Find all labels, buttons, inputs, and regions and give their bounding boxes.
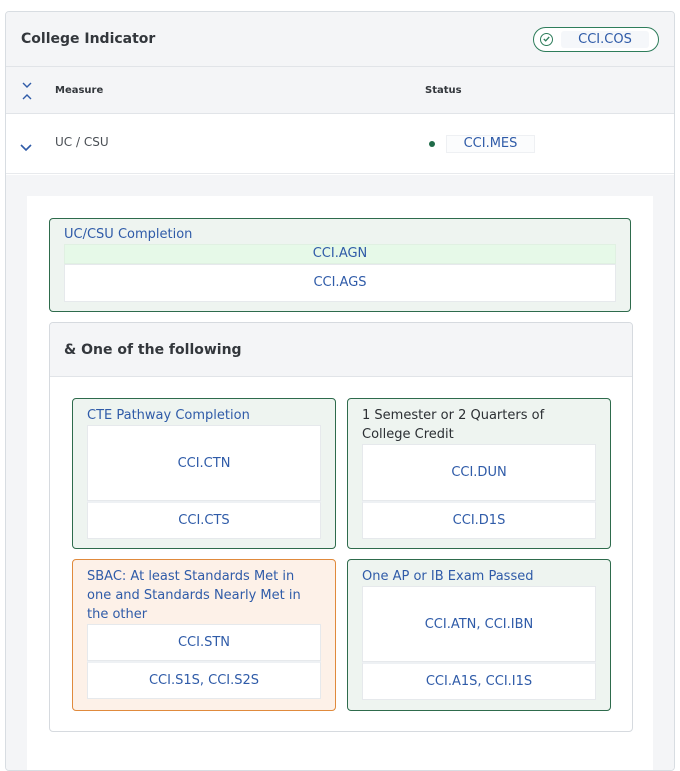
option-code: CCI.CTS bbox=[87, 501, 321, 539]
table-header: Measure Status bbox=[6, 67, 674, 114]
detail-panel: UC/CSU Completion CCI.AGN CCI.AGS & One … bbox=[27, 196, 653, 770]
expand-collapse-icon[interactable] bbox=[20, 81, 34, 101]
row-status-code: CCI.MES bbox=[446, 135, 535, 153]
column-header-status[interactable]: Status bbox=[425, 85, 462, 96]
option-title: 1 Semester or 2 Quarters of College Cred… bbox=[362, 408, 545, 442]
option-code: CCI.ATN, CCI.IBN bbox=[362, 586, 596, 662]
option-sbac: SBAC: At least Standards Met in one and … bbox=[72, 559, 336, 711]
card-title: College Indicator bbox=[21, 31, 156, 47]
option-code: CCI.D1S bbox=[362, 501, 596, 539]
option-code: CCI.S1S, CCI.S2S bbox=[87, 661, 321, 699]
option-college-credit: 1 Semester or 2 Quarters of College Cred… bbox=[347, 398, 611, 549]
one-of-title: & One of the following bbox=[50, 323, 632, 377]
option-code: CCI.STN bbox=[87, 624, 321, 661]
chevron-down-icon[interactable] bbox=[19, 138, 33, 152]
table-row[interactable]: UC / CSU CCI.MES bbox=[6, 114, 674, 174]
row-detail-area: UC/CSU Completion CCI.AGN CCI.AGS & One … bbox=[6, 175, 674, 770]
status-dot-icon bbox=[429, 141, 435, 147]
requirement-code: CCI.AGS bbox=[64, 264, 616, 302]
option-cte-pathway: CTE Pathway Completion CCI.CTN CCI.CTS bbox=[72, 398, 336, 549]
check-circle-icon bbox=[540, 32, 553, 46]
requirement-code: CCI.AGN bbox=[64, 244, 616, 264]
option-code: CCI.DUN bbox=[362, 444, 596, 501]
status-code: CCI.COS bbox=[561, 30, 649, 48]
column-header-measure[interactable]: Measure bbox=[55, 85, 103, 96]
row-measure: UC / CSU bbox=[55, 135, 109, 149]
status-pill: CCI.COS bbox=[533, 26, 659, 52]
option-code: CCI.A1S, CCI.I1S bbox=[362, 662, 596, 700]
option-title: CTE Pathway Completion bbox=[87, 408, 250, 423]
one-of-group: & One of the following CTE Pathway Compl… bbox=[49, 322, 633, 732]
requirement-box: UC/CSU Completion CCI.AGN CCI.AGS bbox=[49, 218, 631, 312]
option-title: SBAC: At least Standards Met in one and … bbox=[87, 569, 301, 622]
card-header: College Indicator CCI.COS bbox=[6, 12, 674, 67]
requirement-title: UC/CSU Completion bbox=[64, 227, 193, 242]
option-ap-ib: One AP or IB Exam Passed CCI.ATN, CCI.IB… bbox=[347, 559, 611, 711]
option-code: CCI.CTN bbox=[87, 425, 321, 501]
option-title: One AP or IB Exam Passed bbox=[362, 569, 534, 584]
college-indicator-card: College Indicator CCI.COS Measure Status… bbox=[5, 11, 675, 771]
